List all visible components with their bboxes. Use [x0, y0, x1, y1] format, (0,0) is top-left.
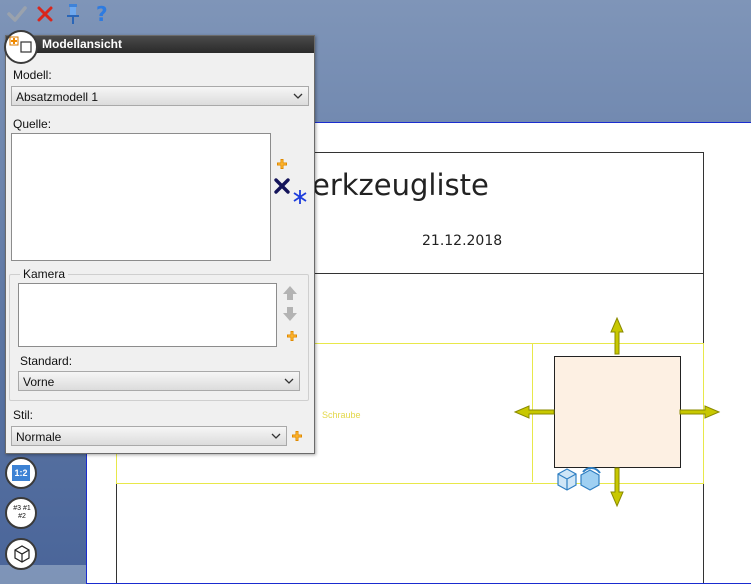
add-camera-icon[interactable] — [286, 330, 298, 342]
question-mark-icon: ? — [96, 3, 108, 25]
chevron-down-icon — [271, 433, 281, 439]
add-style-icon[interactable] — [291, 430, 303, 442]
pushpin-icon — [67, 4, 79, 24]
camera-group: Kamera Standard: Vorne — [9, 267, 309, 401]
cube-icon — [14, 545, 30, 563]
scale-tool-button[interactable]: 1:2 — [5, 457, 37, 489]
source-label: Quelle: — [13, 117, 52, 131]
sheet-date: 21.12.2018 — [422, 233, 503, 249]
model-view-badge — [4, 30, 38, 64]
standard-label: Standard: — [20, 354, 73, 368]
red-x-icon — [37, 6, 53, 22]
style-label: Stil: — [13, 408, 34, 422]
dialog-titlebar[interactable]: Modellansicht — [6, 36, 314, 53]
checkmark-icon — [7, 6, 27, 22]
model-select-value: Absatzmodell 1 — [16, 90, 99, 104]
chevron-down-icon — [293, 93, 303, 99]
camera-list[interactable] — [18, 283, 277, 347]
clear-source-icon[interactable] — [273, 177, 309, 205]
rotate-view-icon[interactable] — [555, 466, 603, 492]
add-source-icon[interactable] — [276, 158, 288, 170]
ok-button[interactable] — [5, 2, 29, 26]
move-down-icon[interactable] — [282, 306, 298, 322]
3d-view-button[interactable] — [5, 538, 37, 570]
dialog-title: Modellansicht — [42, 37, 123, 51]
camera-group-label: Kamera — [20, 267, 69, 281]
standard-select-value: Vorne — [23, 375, 55, 389]
svg-text:?: ? — [96, 3, 108, 25]
standard-select[interactable]: Vorne — [18, 371, 300, 391]
model-label: Modell: — [13, 68, 52, 82]
style-select-value: Normale — [16, 430, 62, 444]
move-up-icon[interactable] — [282, 285, 298, 301]
source-list[interactable] — [11, 133, 271, 261]
style-select[interactable]: Normale — [11, 426, 287, 446]
help-button[interactable]: ? — [90, 2, 114, 26]
cancel-button[interactable] — [33, 2, 57, 26]
model-select[interactable]: Absatzmodell 1 — [11, 86, 309, 106]
scale-label: 1:2 — [12, 465, 30, 481]
chevron-down-icon — [284, 378, 294, 384]
balloon-numbering-button[interactable]: #3 #1 #2 — [5, 497, 37, 529]
view-label: Schraube — [322, 410, 361, 420]
pin-button[interactable] — [61, 2, 85, 26]
model-view-dialog: Modellansicht Modell: Absatzmodell 1 Que… — [4, 30, 315, 454]
numbers-label: #3 #1 #2 — [13, 505, 31, 520]
sheet-title: erkzeugliste — [312, 168, 489, 202]
move-arrows-icon[interactable] — [510, 316, 725, 511]
model-view-icon — [9, 36, 32, 53]
